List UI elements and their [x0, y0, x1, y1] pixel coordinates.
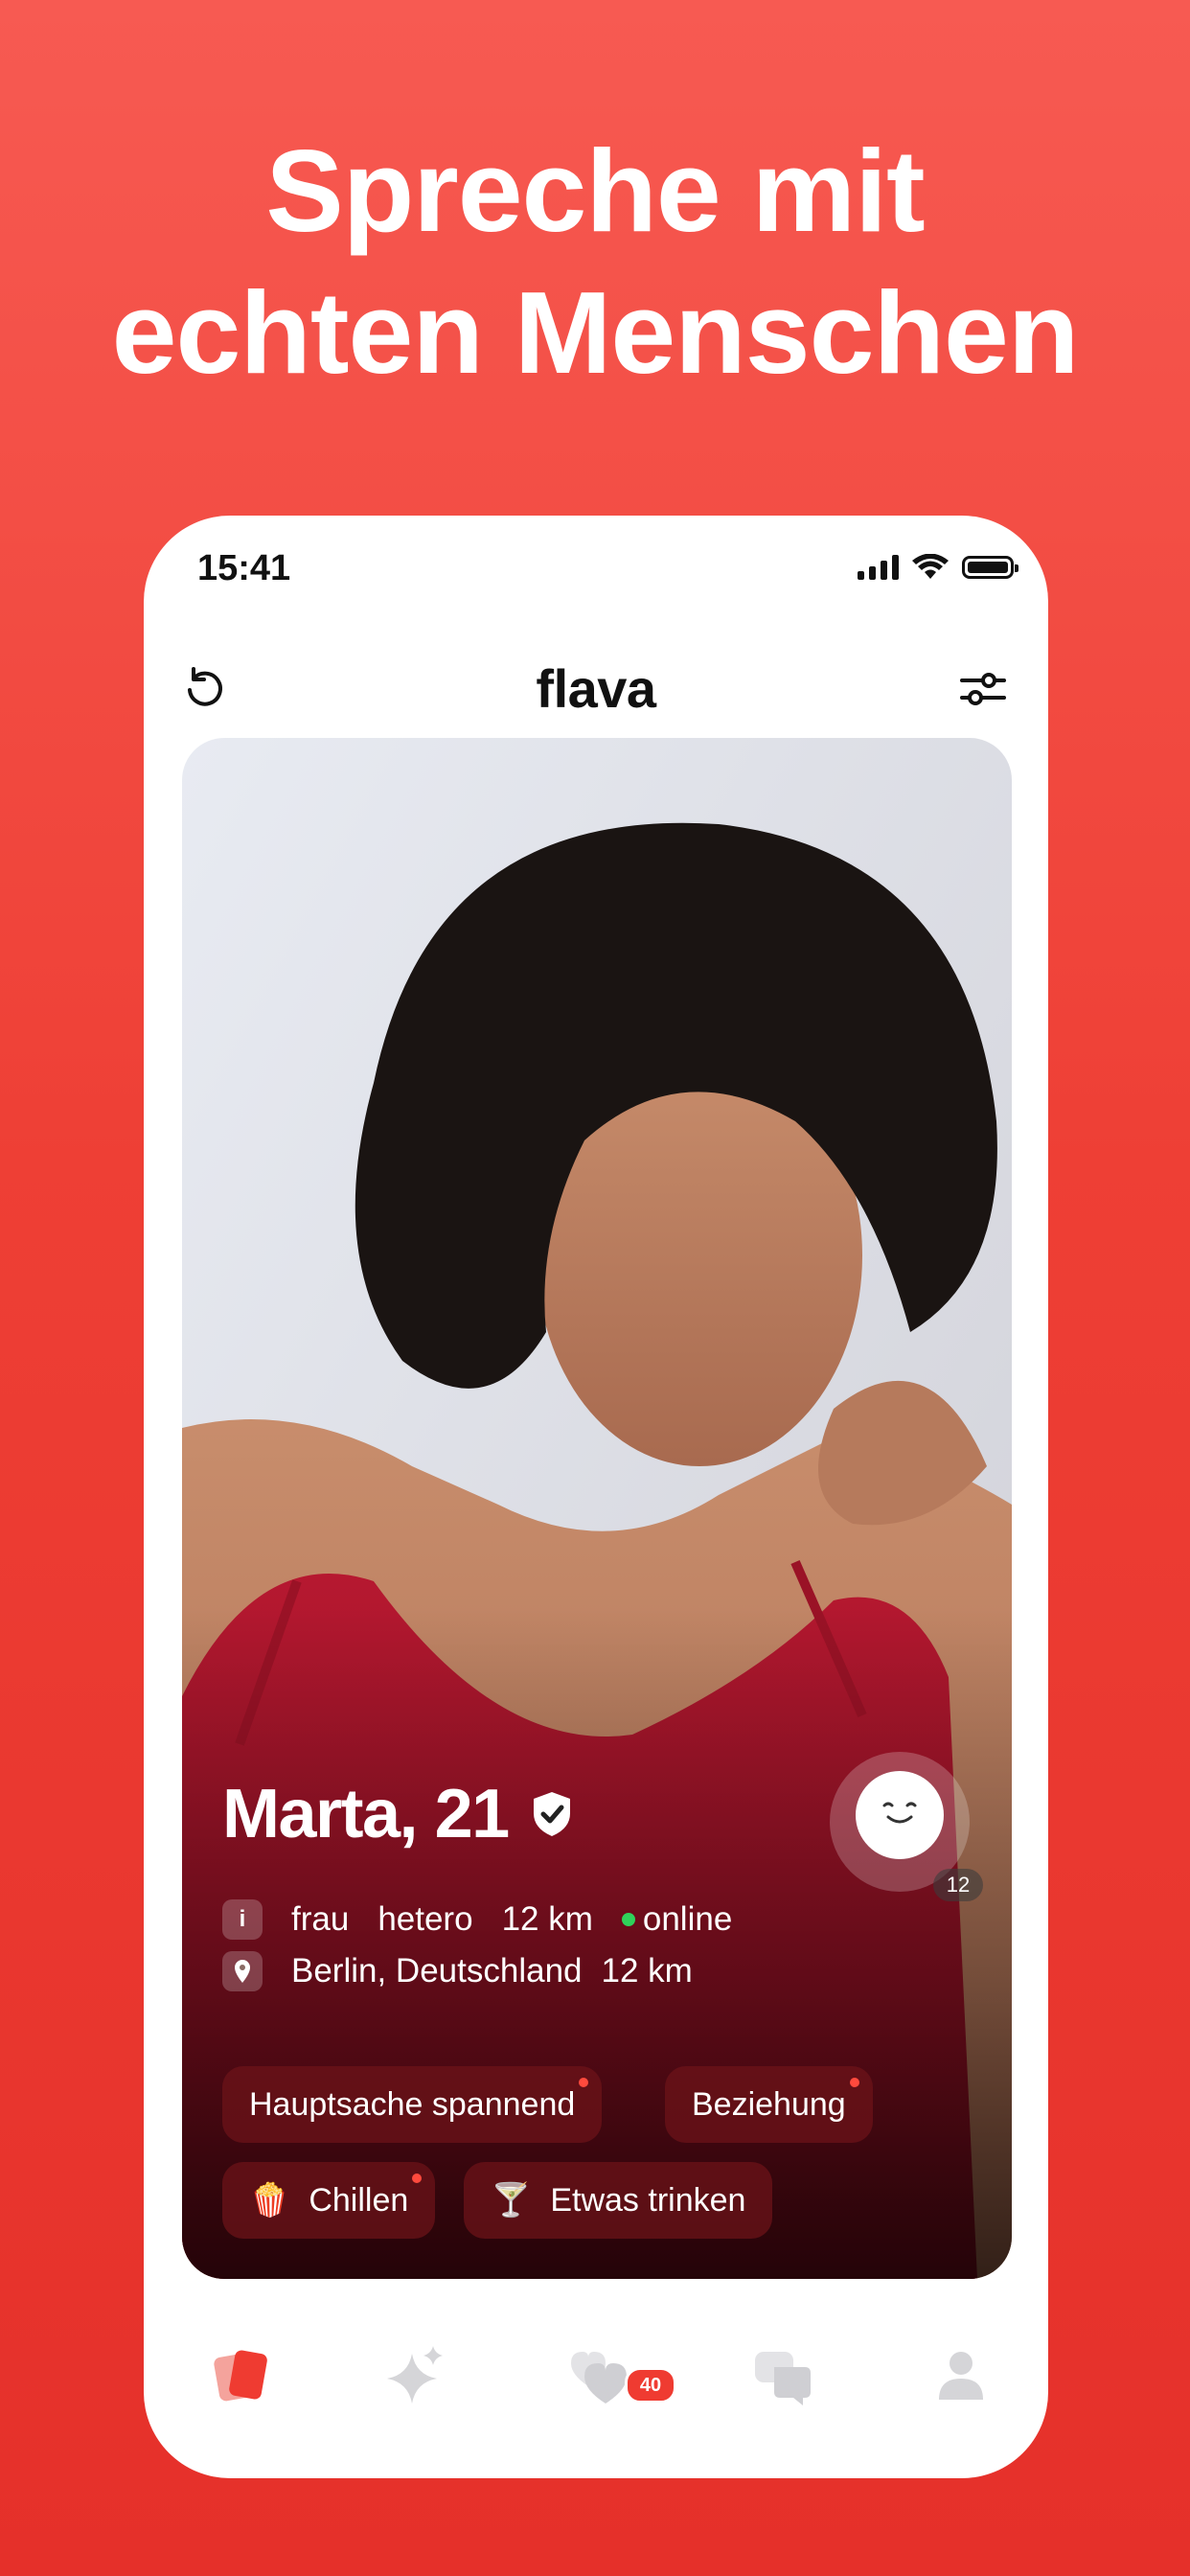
sparkle-tab-icon[interactable] — [383, 2342, 450, 2409]
status-time: 15:41 — [197, 548, 291, 588]
online-dot-icon — [621, 1913, 635, 1926]
info-location-distance: 12 km — [601, 1952, 693, 1990]
verified-shield-icon — [533, 1792, 570, 1836]
chat-tab-icon[interactable] — [749, 2342, 816, 2409]
phone-frame: 15:41 flava Marta, 21 12 i frau hetero 1… — [144, 516, 1048, 2478]
headline-line-2: echten Menschen — [111, 267, 1080, 398]
tag-label: Etwas trinken — [550, 2181, 746, 2219]
likes-badge: 40 — [625, 2367, 676, 2404]
likes-tab-icon[interactable] — [563, 2342, 630, 2409]
info-orientation: hetero — [378, 1900, 473, 1938]
tag-label: Beziehung — [692, 2085, 846, 2123]
tag-dot — [579, 2078, 589, 2087]
avatar-ring[interactable]: 12 — [830, 1752, 983, 1901]
tag-dot — [849, 2078, 859, 2087]
tag-etwas-trinken[interactable]: 🍸 Etwas trinken — [464, 2162, 773, 2239]
tab-bar — [144, 2317, 1048, 2432]
headline-line-1: Spreche mit — [265, 126, 925, 256]
tag-dot — [412, 2174, 423, 2183]
info-distance: 12 km — [501, 1900, 593, 1938]
app-logo: flava — [536, 658, 656, 719]
status-icons — [858, 554, 1018, 581]
tag-label: Chillen — [309, 2181, 409, 2219]
signal-icon — [858, 555, 899, 580]
profile-name: Marta, 21 — [222, 1776, 510, 1852]
info-status: online — [642, 1900, 733, 1938]
avatar — [856, 1771, 944, 1859]
app-header: flava — [144, 640, 1048, 736]
info-icon: i — [222, 1899, 263, 1940]
info-gender: frau — [291, 1900, 350, 1938]
popcorn-icon: 🍿 — [249, 2182, 290, 2219]
location-pin-icon — [222, 1951, 263, 1991]
tag-chillen[interactable]: 🍿 Chillen — [222, 2162, 436, 2239]
info-row-location: Berlin, Deutschland 12 km — [222, 1951, 693, 1991]
tag-beziehung[interactable]: Beziehung — [665, 2066, 873, 2143]
info-location: Berlin, Deutschland — [291, 1952, 583, 1990]
smile-face-icon — [882, 1802, 917, 1824]
info-row-basic: i frau hetero 12 km online — [222, 1899, 732, 1940]
filter-icon[interactable] — [956, 663, 1010, 717]
battery-icon — [962, 556, 1018, 579]
headline: Spreche mit echten Menschen — [0, 120, 1190, 403]
wifi-icon — [912, 554, 949, 579]
profile-card[interactable]: Marta, 21 12 i frau hetero 12 km online … — [182, 738, 1012, 2279]
name-row: Marta, 21 — [222, 1775, 574, 1853]
profile-tab-icon[interactable] — [927, 2342, 995, 2409]
avatar-count: 12 — [933, 1869, 983, 1901]
cocktail-icon: 🍸 — [491, 2182, 532, 2219]
tag-label: Hauptsache spannend — [249, 2085, 576, 2123]
cards-tab-icon[interactable] — [209, 2342, 276, 2409]
tag-hauptsache-spannend[interactable]: Hauptsache spannend — [222, 2066, 603, 2143]
